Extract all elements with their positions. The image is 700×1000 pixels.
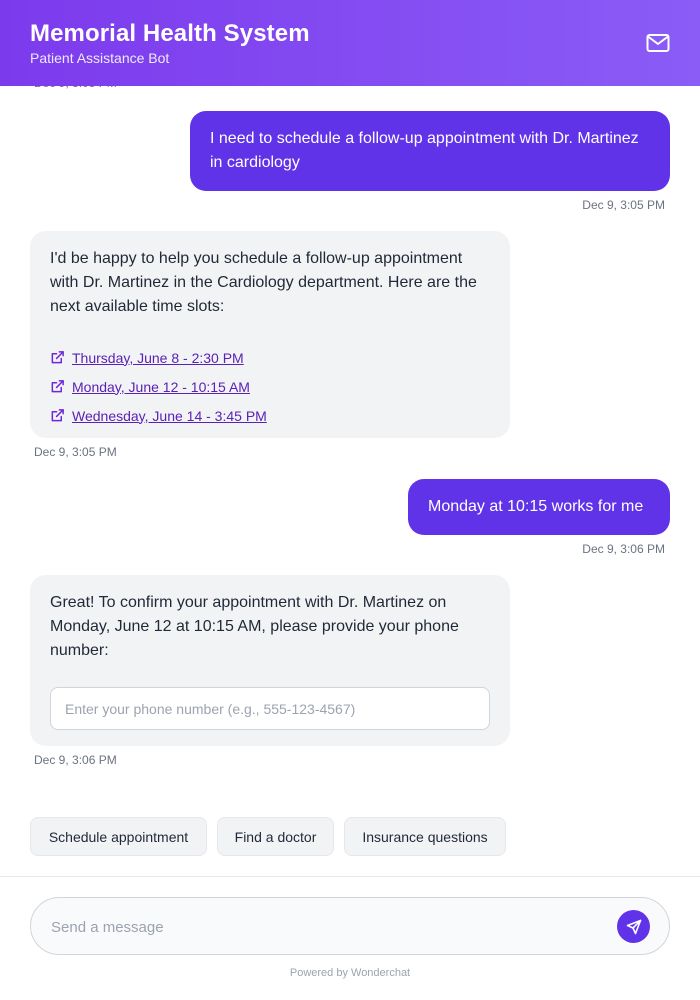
composer-divider xyxy=(0,876,700,877)
message-composer xyxy=(30,897,670,955)
user-message-bubble: I need to schedule a follow-up appointme… xyxy=(190,111,670,191)
mail-icon[interactable] xyxy=(646,32,670,54)
time-slot-link[interactable]: Wednesday, June 14 - 3:45 PM xyxy=(50,401,490,430)
message-text: I'd be happy to help you schedule a foll… xyxy=(50,250,477,315)
chat-header: Memorial Health System Patient Assistanc… xyxy=(0,0,700,86)
time-slot-link[interactable]: Thursday, June 8 - 2:30 PM xyxy=(50,343,490,372)
external-link-icon xyxy=(51,351,64,364)
header-title: Memorial Health System xyxy=(30,20,310,47)
user-message-bubble: Monday at 10:15 works for me xyxy=(408,479,670,535)
time-slot-list: Thursday, June 8 - 2:30 PM Monday, June … xyxy=(50,343,490,430)
time-slot-label[interactable]: Thursday, June 8 - 2:30 PM xyxy=(72,346,244,370)
quick-reply-schedule-appointment[interactable]: Schedule appointment xyxy=(30,817,207,856)
message-timestamp: Dec 9, 3:05 PM xyxy=(34,445,117,459)
message-text: I need to schedule a follow-up appointme… xyxy=(210,130,639,171)
time-slot-label[interactable]: Monday, June 12 - 10:15 AM xyxy=(72,375,250,399)
message-text: Monday at 10:15 works for me xyxy=(428,498,644,515)
phone-number-input[interactable] xyxy=(50,687,490,730)
message-timestamp: Dec 9, 3:06 PM xyxy=(34,753,117,767)
bot-message-bubble: Great! To confirm your appointment with … xyxy=(30,575,510,746)
bot-message-bubble: I'd be happy to help you schedule a foll… xyxy=(30,231,510,438)
external-link-icon xyxy=(51,380,64,393)
message-text: Great! To confirm your appointment with … xyxy=(50,594,459,659)
quick-reply-find-doctor[interactable]: Find a doctor xyxy=(217,817,334,856)
time-slot-label[interactable]: Wednesday, June 14 - 3:45 PM xyxy=(72,404,267,428)
header-subtitle: Patient Assistance Bot xyxy=(30,50,170,66)
message-timestamp: Dec 9, 3:05 PM xyxy=(582,198,665,212)
quick-reply-insurance-questions[interactable]: Insurance questions xyxy=(344,817,506,856)
message-timestamp: Dec 9, 3:06 PM xyxy=(582,542,665,556)
message-input[interactable] xyxy=(51,912,611,942)
external-link-icon xyxy=(51,409,64,422)
time-slot-link[interactable]: Monday, June 12 - 10:15 AM xyxy=(50,372,490,401)
powered-by-footer: Powered by Wonderchat xyxy=(289,967,411,979)
send-icon xyxy=(626,919,641,934)
send-button[interactable] xyxy=(617,910,650,943)
